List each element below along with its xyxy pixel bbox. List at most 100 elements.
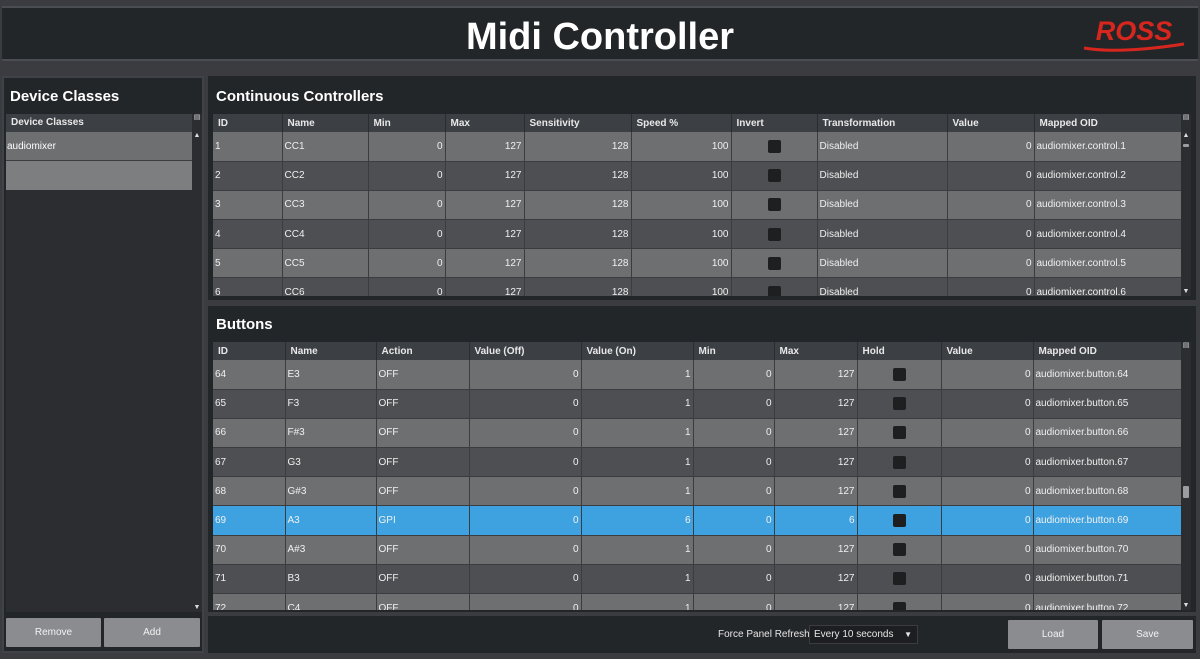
table-row[interactable]: 72 C4 OFF 0 1 0 127 0 audiomixer.button.72 <box>213 593 1181 610</box>
table-row[interactable]: 2 CC2 0 127 128 100 Disabled 0 audiomixer.contro… <box>213 161 1181 191</box>
col-max[interactable]: Max <box>445 114 525 132</box>
hold-cell <box>857 505 942 536</box>
cell-name: A3 <box>285 505 377 536</box>
cell-mapped-oid: audiomixer.control.5 <box>1034 248 1181 279</box>
col-name[interactable]: Name <box>285 342 377 360</box>
remove-button[interactable]: Remove <box>6 618 101 647</box>
table-row[interactable]: 66 F#3 OFF 0 1 0 127 0 audiomixer.button.66 <box>213 418 1181 449</box>
hold-checkbox[interactable] <box>892 601 906 610</box>
device-classes-scrollbar[interactable]: ▤ ▲ ▼ <box>192 114 202 612</box>
continuous-controllers-table-wrap: ID Name Min Max Sensitivity Speed % Inve… <box>213 114 1181 296</box>
hold-checkbox[interactable] <box>892 543 906 557</box>
scroll-up-icon[interactable]: ▲ <box>192 132 202 140</box>
col-mapped-oid[interactable]: Mapped OID <box>1033 342 1181 360</box>
buttons-scrollbar[interactable]: ▤ ▼ <box>1181 342 1191 610</box>
device-class-item[interactable]: audiomixer <box>6 132 192 161</box>
hold-checkbox[interactable] <box>892 455 906 469</box>
force-refresh-dropdown[interactable]: Every 10 seconds ▼ <box>809 625 918 644</box>
hold-checkbox[interactable] <box>892 514 906 528</box>
hold-checkbox[interactable] <box>892 367 906 381</box>
table-row[interactable]: 1 CC1 0 127 128 100 Disabled 0 audiomixer.contro… <box>213 132 1181 162</box>
cell-value: 0 <box>947 132 1035 162</box>
table-row[interactable]: 67 G3 OFF 0 1 0 127 0 audiomixer.button.67 <box>213 447 1181 478</box>
cell-speed: 100 <box>631 190 732 221</box>
table-row[interactable]: 5 CC5 0 127 128 100 Disabled 0 audiomixer.contro… <box>213 248 1181 279</box>
col-transformation[interactable]: Transformation <box>817 114 948 132</box>
col-min[interactable]: Min <box>368 114 446 132</box>
cell-name: F3 <box>285 389 377 419</box>
scroll-down-icon[interactable]: ▼ <box>192 604 202 612</box>
device-class-empty-row[interactable] <box>6 161 192 190</box>
hold-checkbox[interactable] <box>892 572 906 586</box>
hold-checkbox[interactable] <box>892 397 906 411</box>
table-row-selected[interactable]: 69 A3 GPI 0 6 0 6 0 audiomixer.button.69 <box>213 505 1181 536</box>
col-min[interactable]: Min <box>693 342 775 360</box>
cell-speed: 100 <box>631 161 732 191</box>
col-sensitivity[interactable]: Sensitivity <box>524 114 632 132</box>
invert-checkbox[interactable] <box>767 256 781 270</box>
cell-action: GPI <box>376 505 470 536</box>
scroll-thumb[interactable] <box>1183 486 1189 498</box>
cell-transformation: Disabled <box>817 277 948 296</box>
col-max[interactable]: Max <box>774 342 858 360</box>
cell-value: 0 <box>941 564 1034 595</box>
col-value[interactable]: Value <box>941 342 1034 360</box>
cell-id: 4 <box>213 219 283 250</box>
scroll-down-icon[interactable]: ▼ <box>1181 288 1191 296</box>
column-chooser-icon[interactable]: ▤ <box>1181 114 1191 122</box>
invert-checkbox[interactable] <box>767 227 781 241</box>
col-id[interactable]: ID <box>213 342 286 360</box>
table-row[interactable]: 68 G#3 OFF 0 1 0 127 0 audiomixer.button.68 <box>213 476 1181 507</box>
col-hold[interactable]: Hold <box>857 342 942 360</box>
save-button[interactable]: Save <box>1102 620 1193 649</box>
cell-name: CC5 <box>282 248 369 279</box>
col-name[interactable]: Name <box>282 114 369 132</box>
cell-value-on: 1 <box>581 418 694 449</box>
col-action[interactable]: Action <box>376 342 470 360</box>
col-value[interactable]: Value <box>947 114 1035 132</box>
invert-checkbox[interactable] <box>767 169 781 183</box>
scroll-down-icon[interactable]: ▼ <box>1181 602 1191 610</box>
hold-checkbox[interactable] <box>892 426 906 440</box>
col-value-off[interactable]: Value (Off) <box>469 342 582 360</box>
table-row[interactable]: 6 CC6 0 127 128 100 Disabled 0 audiomixer.contro… <box>213 277 1181 296</box>
cell-mapped-oid: audiomixer.button.70 <box>1033 535 1181 565</box>
logo-text: ROSS <box>1096 16 1173 46</box>
cell-id: 1 <box>213 132 283 162</box>
load-button[interactable]: Load <box>1008 620 1098 649</box>
cell-value: 0 <box>941 476 1034 507</box>
col-invert[interactable]: Invert <box>731 114 818 132</box>
column-chooser-icon[interactable]: ▤ <box>1181 342 1191 350</box>
hold-checkbox[interactable] <box>892 484 906 498</box>
table-row[interactable]: 64 E3 OFF 0 1 0 127 0 audiomixer.button.64 <box>213 360 1181 390</box>
cell-max: 127 <box>774 360 858 390</box>
scroll-up-icon[interactable]: ▲ <box>1181 132 1191 140</box>
cell-max: 127 <box>774 418 858 449</box>
add-button[interactable]: Add <box>104 618 200 647</box>
scroll-thumb[interactable] <box>1183 144 1189 147</box>
col-value-on[interactable]: Value (On) <box>581 342 694 360</box>
cell-transformation: Disabled <box>817 248 948 279</box>
invert-checkbox[interactable] <box>767 198 781 212</box>
invert-cell <box>731 190 818 221</box>
invert-checkbox[interactable] <box>767 286 781 296</box>
hold-cell <box>857 389 942 419</box>
cell-max: 127 <box>774 593 858 610</box>
col-mapped-oid[interactable]: Mapped OID <box>1034 114 1181 132</box>
cell-max: 6 <box>774 505 858 536</box>
col-speed[interactable]: Speed % <box>631 114 732 132</box>
table-row[interactable]: 3 CC3 0 127 128 100 Disabled 0 audiomixer.contro… <box>213 190 1181 221</box>
continuous-controllers-panel: Continuous Controllers ID Name Min Max S… <box>208 76 1196 300</box>
cell-min: 0 <box>368 248 446 279</box>
invert-checkbox[interactable] <box>767 139 781 153</box>
cell-id: 3 <box>213 190 283 221</box>
column-chooser-icon[interactable]: ▤ <box>192 114 202 122</box>
buttons-header-row: ID Name Action Value (Off) Value (On) Mi… <box>213 342 1181 360</box>
continuous-controllers-scrollbar[interactable]: ▤ ▲ ▼ <box>1181 114 1191 296</box>
table-row[interactable]: 4 CC4 0 127 128 100 Disabled 0 audiomixer.contro… <box>213 219 1181 250</box>
table-row[interactable]: 70 A#3 OFF 0 1 0 127 0 audiomixer.button.70 <box>213 535 1181 565</box>
table-row[interactable]: 65 F3 OFF 0 1 0 127 0 audiomixer.button.65 <box>213 389 1181 419</box>
cell-id: 67 <box>213 447 286 478</box>
col-id[interactable]: ID <box>213 114 283 132</box>
table-row[interactable]: 71 B3 OFF 0 1 0 127 0 audiomixer.button.71 <box>213 564 1181 595</box>
